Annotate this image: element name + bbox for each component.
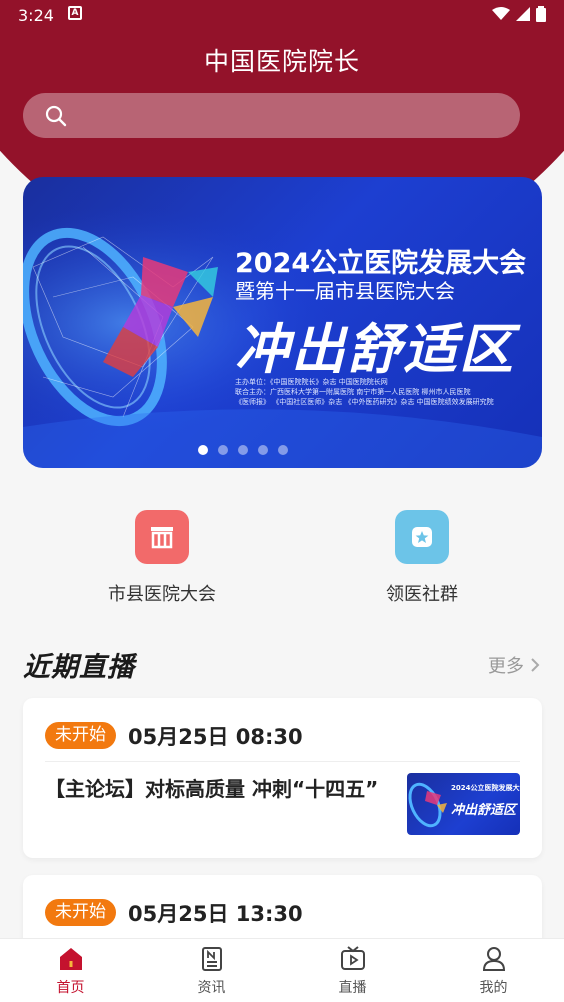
status-badge: 未开始 <box>45 899 116 926</box>
quick-entry-label: 市县医院大会 <box>108 584 216 605</box>
live-time: 05月25日 13:30 <box>128 902 303 926</box>
wifi-icon <box>492 7 510 20</box>
quick-entry-community[interactable]: 领医社群 <box>332 510 512 606</box>
status-bar: 3:24 A <box>0 0 564 30</box>
divider <box>45 761 520 762</box>
promo-banner[interactable]: 2024公立医院发展大会 暨第十一届市县医院大会 冲出舒适区 主办单位：《中国医… <box>23 177 542 468</box>
battery-icon <box>536 6 546 22</box>
carousel-dot[interactable] <box>277 445 288 455</box>
bottom-tab-bar: 首页 资讯 直播 我的 <box>0 938 564 1002</box>
home-icon <box>59 948 82 970</box>
tab-home[interactable]: 首页 <box>0 939 141 1002</box>
carousel-dot[interactable] <box>197 445 208 455</box>
more-link[interactable]: 更多 <box>488 652 540 678</box>
tv-icon <box>340 946 365 970</box>
profile-icon <box>482 947 505 971</box>
carousel-indicator <box>23 445 542 455</box>
building-icon <box>135 510 189 564</box>
live-time: 05月25日 08:30 <box>128 725 303 749</box>
live-card[interactable]: 未开始 05月25日 08:30 【主论坛】对标高质量 冲刺“十四五” 2024… <box>23 698 542 858</box>
status-time: 3:24 <box>18 6 54 25</box>
section-title: 近期直播 <box>23 652 135 683</box>
carousel-dot[interactable] <box>257 445 268 455</box>
search-input[interactable] <box>23 93 520 138</box>
tab-live[interactable]: 直播 <box>282 939 423 1002</box>
tab-news[interactable]: 资讯 <box>141 939 282 1002</box>
banner-subheadline: 暨第十一届市县医院大会 <box>235 279 455 303</box>
status-badge: 未开始 <box>45 722 116 749</box>
banner-slogan: 冲出舒适区 <box>235 318 515 381</box>
tab-profile[interactable]: 我的 <box>423 939 564 1002</box>
quick-entry-county-hospital-conference[interactable]: 市县医院大会 <box>72 510 252 606</box>
news-icon <box>201 947 222 971</box>
search-icon <box>45 105 67 127</box>
signal-icon <box>516 7 530 21</box>
star-badge-icon <box>395 510 449 564</box>
page-title: 中国医院院长 <box>203 47 360 76</box>
quick-entry-label: 领医社群 <box>386 584 458 605</box>
live-title: 【主论坛】对标高质量 冲刺“十四五” <box>45 777 379 801</box>
notification-icon: A <box>68 6 82 20</box>
chevron-right-icon <box>531 658 540 672</box>
carousel-dot[interactable] <box>237 445 248 455</box>
banner-organizers: 主办单位：《中国医院院长》杂志 中国医院院长网 联合主办：广西医科大学第一附属医… <box>235 378 494 406</box>
carousel-dot[interactable] <box>217 445 228 455</box>
live-thumbnail: 2024公立医院发展大会 冲出舒适区 <box>407 773 520 835</box>
